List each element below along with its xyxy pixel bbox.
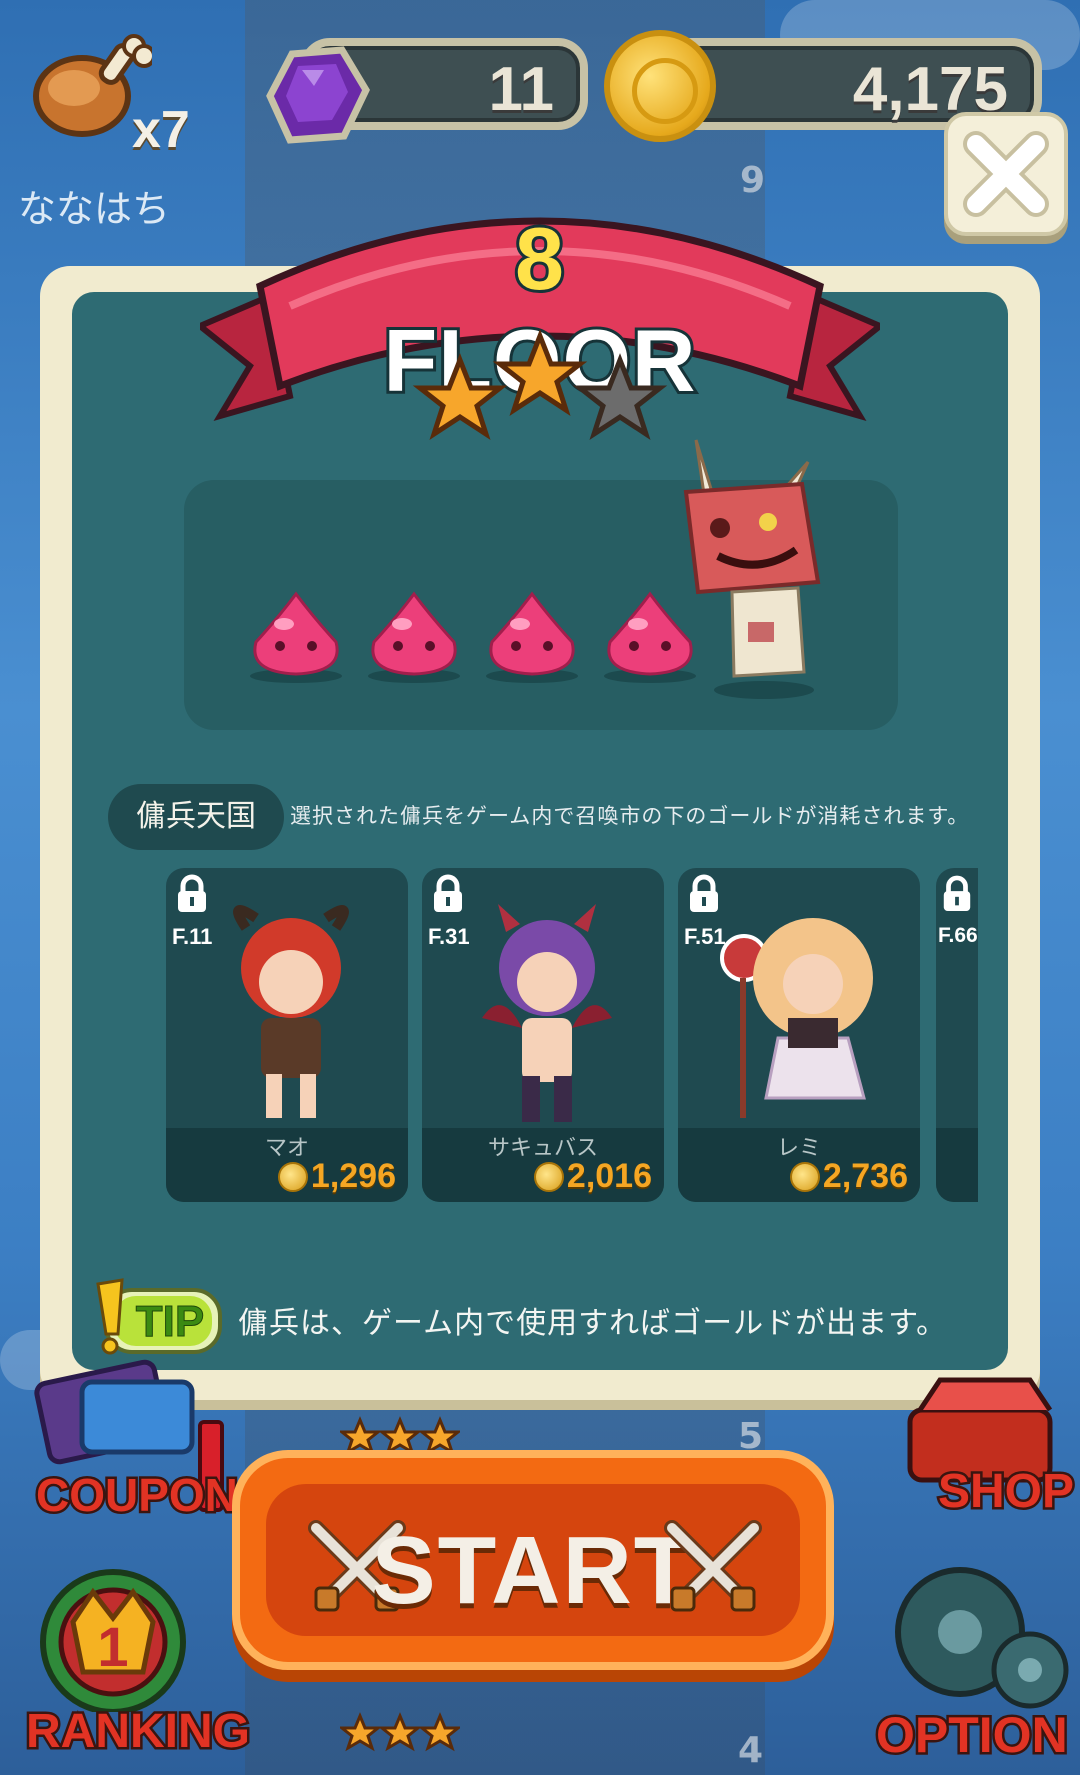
lock-icon xyxy=(434,874,462,912)
tip-text: 傭兵は、ゲーム内で使用すればゴールドが出ます。 xyxy=(238,1306,948,1341)
card-footer xyxy=(936,1128,978,1202)
gold-coin-icon xyxy=(604,30,716,142)
mercenary-price: 2,016 xyxy=(566,1157,652,1195)
option-gear-icon xyxy=(895,1567,1069,1709)
mercenary-price: 1,296 xyxy=(310,1157,396,1195)
mercenary-succubus-portrait xyxy=(482,904,612,1122)
gem-icon xyxy=(266,46,370,144)
lock-icon xyxy=(943,875,971,911)
option-button[interactable]: OPTION xyxy=(874,1705,1071,1766)
mercenary-description: 選択された傭兵をゲーム内で召喚市の下のゴールドが消耗されます。 xyxy=(290,804,970,828)
slime-enemy-icon xyxy=(368,591,460,683)
svg-text:1: 1 xyxy=(97,1615,128,1678)
ranking-trophy-icon: 1 xyxy=(40,1569,186,1712)
lock-icon xyxy=(178,874,206,912)
gem-count: 11 xyxy=(488,55,554,124)
boss-rabbit-mask-icon xyxy=(683,439,821,699)
mercenary-mao-portrait xyxy=(233,905,349,1118)
close-icon xyxy=(963,131,1049,217)
star-rating xyxy=(412,330,668,440)
tip-badge-label: TIP xyxy=(136,1297,204,1346)
mercenary-label: 傭兵天国 xyxy=(108,784,284,850)
coin-icon xyxy=(278,1162,308,1192)
star-icon-filled xyxy=(412,353,508,440)
coupon-icon xyxy=(34,1359,195,1465)
tip-badge: TIP xyxy=(96,1278,222,1355)
slime-enemy-icon xyxy=(250,591,342,683)
shop-button[interactable]: SHOP xyxy=(935,1463,1076,1521)
player-name: ななはち xyxy=(18,187,171,231)
coupon-button[interactable]: COUPON xyxy=(34,1467,241,1524)
star-icon-empty xyxy=(572,353,668,440)
crossed-swords-icon xyxy=(664,1520,762,1612)
mercenary-card-mao[interactable]: F.11 マオ 1,296 xyxy=(166,868,408,1202)
floor-star-icon xyxy=(340,1712,460,1752)
unlock-floor: F.66 xyxy=(938,924,978,947)
coin-icon xyxy=(534,1162,564,1192)
floor-number: 8 xyxy=(512,206,567,311)
star-icon-filled xyxy=(492,330,588,416)
mercenary-card-remi[interactable]: F.51 レミ 2,736 xyxy=(678,868,920,1202)
mercenary-remi-portrait xyxy=(720,918,873,1118)
meat-count: x7 xyxy=(132,101,190,159)
background-floor-number: 4 xyxy=(738,1730,764,1771)
mercenary-card-succubus[interactable]: F.31 サキュバス 2,016 xyxy=(422,868,664,1202)
close-button[interactable] xyxy=(944,112,1068,236)
start-button[interactable]: START xyxy=(232,1450,834,1670)
lock-icon xyxy=(690,874,718,912)
ranking-button[interactable]: RANKING xyxy=(24,1703,253,1761)
coin-icon xyxy=(790,1162,820,1192)
mercenary-card-4[interactable]: F.66 xyxy=(936,868,978,1202)
slime-enemy-icon xyxy=(486,591,578,683)
mercenary-price: 2,736 xyxy=(822,1157,908,1195)
start-button-face: START xyxy=(266,1484,800,1636)
